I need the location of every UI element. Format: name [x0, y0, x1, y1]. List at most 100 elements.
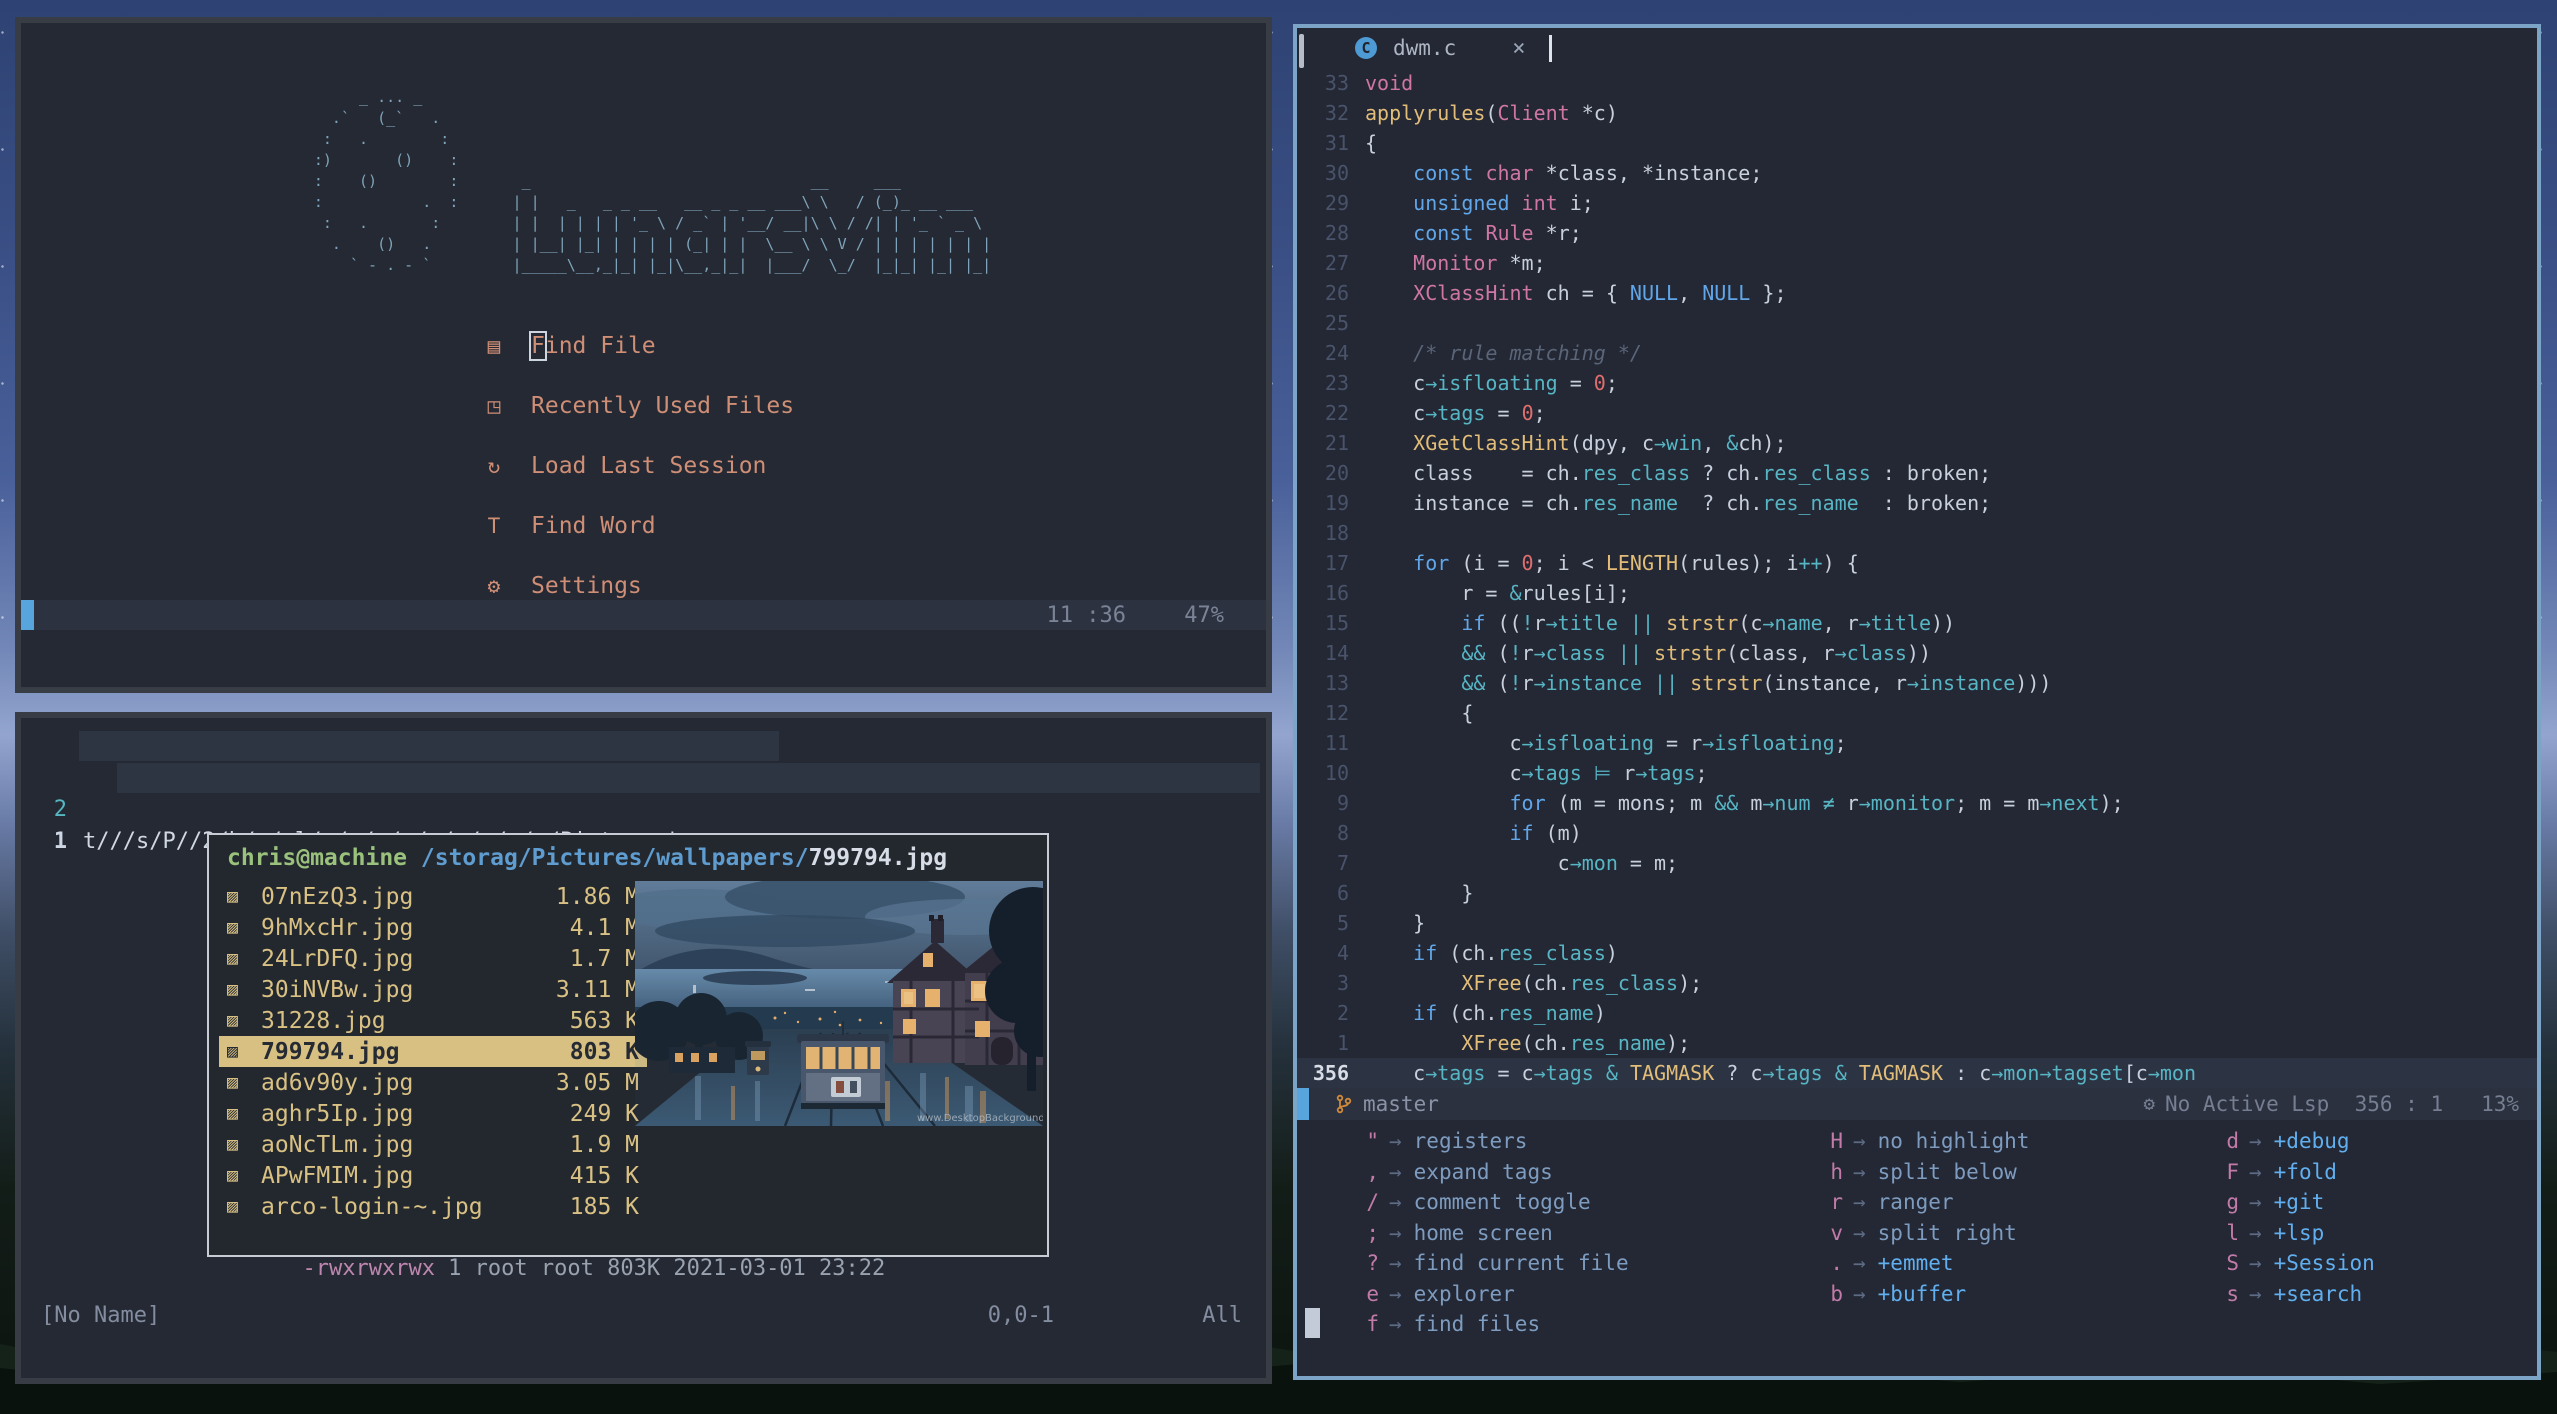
- code-line[interactable]: 28 const Rule *r;: [1297, 218, 2537, 248]
- whichkey-binding[interactable]: d → +debug: [2193, 1126, 2375, 1157]
- code-line[interactable]: 3 XFree(ch.res_class);: [1297, 968, 2537, 998]
- code-line[interactable]: 21 XGetClassHint(dpy, c→win, &ch);: [1297, 428, 2537, 458]
- arrow-icon: →: [1853, 1281, 1866, 1306]
- whichkey-binding[interactable]: s → +search: [2193, 1279, 2375, 1310]
- code-line[interactable]: 14 && (!r→class || strstr(class, r→class…: [1297, 638, 2537, 668]
- file-name: APwFMIM.jpg: [261, 1162, 414, 1189]
- code-line[interactable]: 8 if (m): [1297, 818, 2537, 848]
- code-line[interactable]: 33 void: [1297, 68, 2537, 98]
- code-line[interactable]: 6 }: [1297, 878, 2537, 908]
- code-line[interactable]: 31 {: [1297, 128, 2537, 158]
- code-line[interactable]: 25: [1297, 308, 2537, 338]
- file-name: 9hMxcHr.jpg: [261, 914, 414, 941]
- whichkey-binding[interactable]: ? → find current file: [1333, 1248, 1628, 1279]
- code-line[interactable]: 24 /* rule matching */: [1297, 338, 2537, 368]
- buffer-line[interactable]: 2 t///s/P//2/h/c/.l/s/n/s/p/p/s/r/r/s/Pi…: [21, 730, 1266, 854]
- file-row[interactable]: ▨ 9hMxcHr.jpg 4.1 M: [219, 912, 647, 943]
- whichkey-binding[interactable]: " → registers: [1333, 1126, 1629, 1157]
- code-line[interactable]: 27 Monitor *m;: [1297, 248, 2537, 278]
- code-line[interactable]: 1 XFree(ch.res_name);: [1297, 1028, 2537, 1058]
- git-branch-name[interactable]: master: [1363, 1092, 1439, 1116]
- code-line[interactable]: 7 c→mon = m;: [1297, 848, 2537, 878]
- line-number: 20: [1324, 461, 1349, 485]
- code-text: applyrules(Client *c): [1365, 101, 1618, 125]
- code-line[interactable]: 15 if ((!r→title || strstr(c→name, r→tit…: [1297, 608, 2537, 638]
- code-line[interactable]: 32 applyrules(Client *c): [1297, 98, 2537, 128]
- file-row[interactable]: ▨ aghr5Ip.jpg 249 K: [219, 1098, 647, 1129]
- code-line[interactable]: 18: [1297, 518, 2537, 548]
- file-row[interactable]: ▨ arco-login-~.jpg 185 K: [219, 1191, 647, 1222]
- file-row[interactable]: ▨ 07nEzQ3.jpg 1.86 M: [219, 881, 647, 912]
- whichkey-binding[interactable]: h → split below: [1797, 1157, 2029, 1188]
- whichkey-binding[interactable]: f → find files: [1333, 1309, 1629, 1340]
- file-row[interactable]: ▨ 30iNVBw.jpg 3.11 M: [219, 974, 647, 1005]
- whichkey-binding[interactable]: g → +git: [2193, 1187, 2375, 1218]
- line-number: 1: [1336, 1031, 1349, 1055]
- code-line[interactable]: 16 r = &rules[i];: [1297, 578, 2537, 608]
- line-number: 26: [1324, 281, 1349, 305]
- whichkey-binding[interactable]: H → no highlight: [1797, 1126, 2029, 1157]
- whichkey-binding[interactable]: S → +Session: [2193, 1248, 2374, 1279]
- binding-key: ;: [1366, 1220, 1379, 1245]
- menu-item-label: Find File: [529, 331, 656, 361]
- code-line[interactable]: 11 c→isfloating = r→isfloating;: [1297, 728, 2537, 758]
- whichkey-binding[interactable]: l → +lsp: [2193, 1218, 2375, 1249]
- whichkey-binding[interactable]: . → +emmet: [1797, 1248, 2029, 1279]
- file-size: 1.7 M: [569, 945, 639, 972]
- buffer-line[interactable]: 1: [21, 762, 1266, 854]
- code-line[interactable]: 26 XClassHint ch = { NULL, NULL };: [1297, 278, 2537, 308]
- file-row[interactable]: ▨ 31228.jpg 563 K: [219, 1005, 647, 1036]
- whichkey-binding[interactable]: v → split right: [1797, 1218, 2029, 1249]
- tab-dwm-c[interactable]: C dwm.c ×: [1345, 28, 1535, 68]
- dashboard-menu-item-recently-used-files[interactable]: ◳ Recently Used Files: [21, 376, 1266, 436]
- code-line[interactable]: 2 if (ch.res_name): [1297, 998, 2537, 1028]
- cursor-line[interactable]: 356 c→tags = c→tags & TAGMASK ? c→tags &…: [1297, 1058, 2537, 1088]
- file-name: 07nEzQ3.jpg: [261, 883, 414, 910]
- code-line[interactable]: 4 if (ch.res_class): [1297, 938, 2537, 968]
- dashboard-menu-item-find-word[interactable]: T Find Word: [21, 496, 1266, 556]
- file-row-selected[interactable]: ▨ 799794.jpg 803 K: [219, 1036, 647, 1067]
- code-line[interactable]: 13 && (!r→instance || strstr(instance, r…: [1297, 668, 2537, 698]
- line-number: 18: [1324, 521, 1349, 545]
- whichkey-popup: " → registers, → expand tags / → comment toggle…: [1297, 1126, 2537, 1358]
- current-file-name: 799794.jpg: [808, 845, 948, 871]
- dashboard-menu-item-find-file[interactable]: ▤ Find File: [21, 316, 1266, 376]
- code-line[interactable]: 10 c→tags ⊨ r→tags;: [1297, 758, 2537, 788]
- code-line[interactable]: 19 instance = ch.res_name ? ch.res_name …: [1297, 488, 2537, 518]
- code-line[interactable]: 23 c→isfloating = 0;: [1297, 368, 2537, 398]
- whichkey-binding[interactable]: ; → home screen: [1333, 1218, 1629, 1249]
- file-row[interactable]: ▨ APwFMIM.jpg 415 K: [219, 1160, 647, 1191]
- whichkey-binding[interactable]: / → comment toggle: [1333, 1187, 1629, 1218]
- code-line[interactable]: 5 }: [1297, 908, 2537, 938]
- code-buffer[interactable]: 33 void 32 applyrules(Client *c) 31{30 const…: [1297, 68, 2537, 1088]
- code-line[interactable]: 12 {: [1297, 698, 2537, 728]
- code-line[interactable]: 20 class = ch.res_class ? ch.res_class :…: [1297, 458, 2537, 488]
- code-line[interactable]: 9 for (m = mons; m && m→num ≠ r→monitor;…: [1297, 788, 2537, 818]
- code-text: {: [1365, 701, 1474, 725]
- file-permissions-line: -rwxrwxrwx 1 root root 803K 2021-03-01 2…: [223, 1231, 885, 1306]
- whichkey-column-1: " → registers, → expand tags / → comment toggle…: [1333, 1126, 1629, 1340]
- code-line[interactable]: 30 const char *class, *instance;: [1297, 158, 2537, 188]
- arrow-icon: →: [2249, 1251, 2262, 1276]
- code-text: if (m): [1509, 821, 1582, 845]
- file-row[interactable]: ▨ aoNcTLm.jpg 1.9 M: [219, 1129, 647, 1160]
- code-line[interactable]: 22 c→tags = 0;: [1297, 398, 2537, 428]
- code-text: if (ch.res_name): [1413, 1001, 1606, 1025]
- dashboard-menu-item-load-last-session[interactable]: ↻ Load Last Session: [21, 436, 1266, 496]
- find-icon: T: [487, 514, 501, 538]
- whichkey-binding[interactable]: b → +buffer: [1797, 1279, 2029, 1310]
- line-number: 5: [1336, 911, 1349, 935]
- file-row[interactable]: ▨ ad6v90y.jpg 3.05 M: [219, 1067, 647, 1098]
- arrow-icon: →: [2249, 1129, 2262, 1154]
- arrow-icon: →: [1853, 1220, 1866, 1245]
- whichkey-binding[interactable]: , → expand tags: [1333, 1157, 1629, 1188]
- file-row[interactable]: ▨ 24LrDFQ.jpg 1.7 M: [219, 943, 647, 974]
- code-line[interactable]: 29 unsigned int i;: [1297, 188, 2537, 218]
- image-preview: www.DesktopBackground.org: [635, 881, 1043, 1126]
- whichkey-binding[interactable]: F → +fold: [2193, 1157, 2375, 1188]
- code-line[interactable]: 17 for (i = 0; i < LENGTH(rules); i++) {: [1297, 548, 2537, 578]
- image-file-icon: ▨: [227, 1134, 238, 1155]
- whichkey-binding[interactable]: e → explorer: [1333, 1279, 1629, 1310]
- whichkey-binding[interactable]: r → ranger: [1797, 1187, 2029, 1218]
- close-icon[interactable]: ×: [1512, 36, 1525, 61]
